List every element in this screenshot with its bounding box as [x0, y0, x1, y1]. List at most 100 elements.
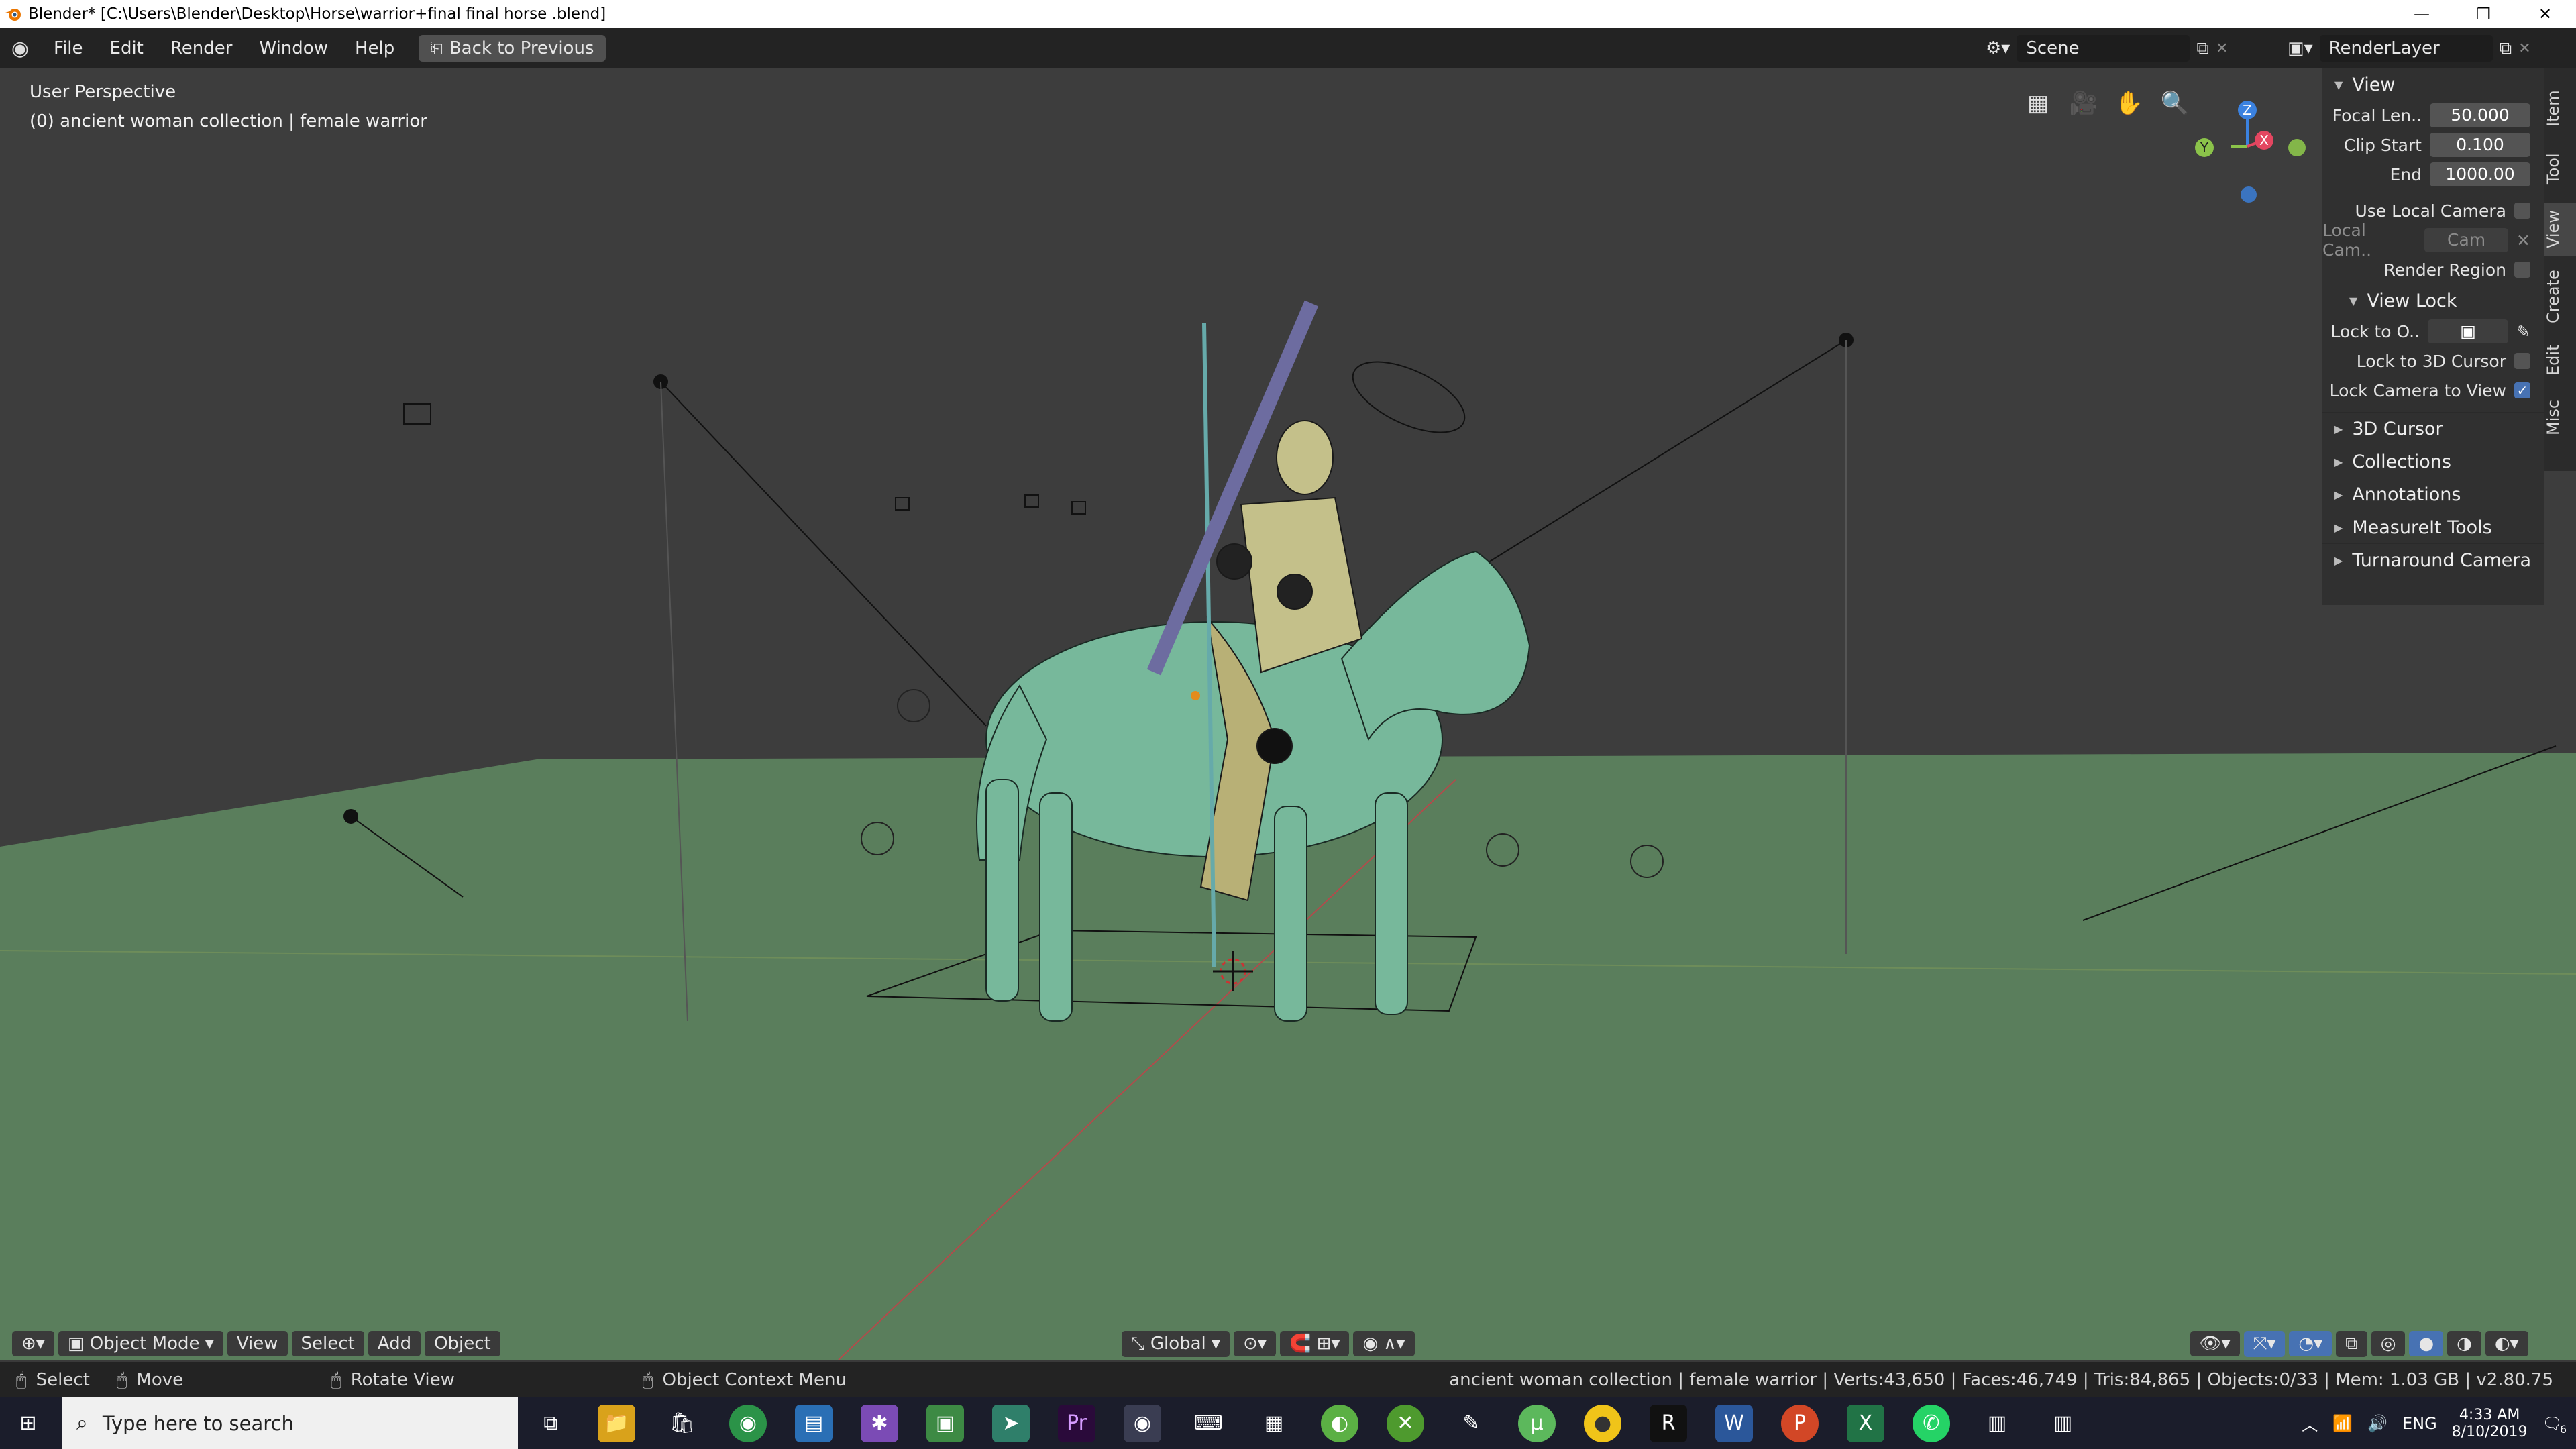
tab-item[interactable]: Item — [2544, 82, 2576, 136]
app-icon-4[interactable]: ⌨ — [1189, 1405, 1227, 1442]
solid-shading-icon[interactable]: ● — [2409, 1331, 2444, 1356]
section-annotations[interactable]: ▶ Annotations — [2322, 478, 2544, 511]
blender-menu-icon[interactable]: ◉ — [0, 37, 40, 60]
back-to-previous-button[interactable]: ⎗ Back to Previous — [419, 35, 606, 62]
close-icon[interactable]: ✕ — [2514, 0, 2576, 28]
photos-icon[interactable]: ▣ — [926, 1404, 964, 1442]
language-indicator[interactable]: ENG — [2402, 1414, 2437, 1433]
menu-view[interactable]: View — [227, 1331, 288, 1356]
3d-viewport[interactable]: User Perspective (0) ancient woman colle… — [0, 68, 2576, 1360]
menu-render[interactable]: Render — [157, 38, 246, 58]
clear-camera-icon[interactable]: ✕ — [2516, 231, 2530, 250]
new-renderlayer-icon[interactable]: ⧉ — [2500, 38, 2512, 59]
clip-start-field[interactable]: 0.100 — [2430, 133, 2530, 157]
editor-type-icon[interactable]: ⊕▾ — [12, 1331, 54, 1356]
view-lock-header[interactable]: ▼ View Lock — [2322, 284, 2544, 317]
menu-edit[interactable]: Edit — [97, 38, 157, 58]
section-3d-cursor[interactable]: ▶ 3D Cursor — [2322, 412, 2544, 445]
volume-icon[interactable]: 🔊 — [2367, 1414, 2387, 1433]
render-region-checkbox[interactable] — [2514, 262, 2530, 278]
section-turnaround-camera[interactable]: ▶ Turnaround Camera — [2322, 543, 2544, 576]
section-collections[interactable]: ▶ Collections — [2322, 445, 2544, 478]
new-scene-icon[interactable]: ⧉ — [2196, 38, 2209, 59]
xbox-icon[interactable]: ✕ — [1387, 1404, 1424, 1442]
visibility-icon[interactable]: 👁▾ — [2190, 1331, 2240, 1356]
gizmo-toggle-icon[interactable]: ⤧▾ — [2243, 1330, 2286, 1357]
excel-icon[interactable]: X — [1847, 1404, 1884, 1442]
menu-object[interactable]: Object — [425, 1331, 500, 1356]
calculator-icon[interactable]: ▦ — [1255, 1405, 1293, 1442]
pan-hand-icon[interactable]: ✋ — [2110, 85, 2148, 122]
whatsapp-icon[interactable]: ✆ — [1913, 1404, 1950, 1442]
remove-renderlayer-icon[interactable]: ✕ — [2518, 40, 2530, 57]
premiere-icon[interactable]: Pr — [1058, 1404, 1095, 1442]
renderlayer-name[interactable]: RenderLayer — [2319, 35, 2493, 62]
section-measureit[interactable]: ▶ MeasureIt Tools — [2322, 511, 2544, 543]
use-local-camera-checkbox[interactable] — [2514, 203, 2530, 219]
ryzen-icon[interactable]: R — [1650, 1404, 1687, 1442]
clip-end-field[interactable]: 1000.00 — [2430, 162, 2530, 186]
app-icon-6[interactable]: ✎ — [1452, 1405, 1490, 1442]
windows-start-icon[interactable]: ⊞ — [9, 1405, 47, 1442]
restore-icon[interactable]: ❐ — [2453, 0, 2514, 28]
app-icon-2[interactable]: ✱ — [861, 1404, 898, 1442]
app-icon-1[interactable]: ▤ — [795, 1404, 833, 1442]
wireframe-shading-icon[interactable]: ◎ — [2371, 1331, 2406, 1356]
scene-name[interactable]: Scene — [2017, 35, 2190, 62]
pivot-icon[interactable]: ⊙▾ — [1234, 1331, 1276, 1356]
menu-help[interactable]: Help — [341, 38, 408, 58]
wifi-icon[interactable]: 📶 — [2332, 1414, 2353, 1433]
tab-misc[interactable]: Misc — [2544, 390, 2576, 444]
title-bar: Blender* [C:\Users\Blender\Desktop\Horse… — [0, 0, 2576, 28]
app-icon-3[interactable]: ➤ — [992, 1404, 1030, 1442]
clock[interactable]: 4:33 AM 8/10/2019 — [2452, 1407, 2528, 1440]
rendered-shading-icon[interactable]: ◐▾ — [2485, 1331, 2528, 1356]
overlays-icon[interactable]: ◔▾ — [2289, 1331, 2332, 1356]
camera-view-icon[interactable]: 🎥 — [2065, 85, 2102, 122]
app-icon-8[interactable]: ▥ — [1978, 1405, 2016, 1442]
proportional-edit-icon[interactable]: ◉ ∧▾ — [1353, 1331, 1415, 1356]
collection-label: (0) ancient woman collection | female wa… — [30, 111, 427, 131]
utorrent-icon[interactable]: µ — [1518, 1404, 1556, 1442]
word-icon[interactable]: W — [1715, 1404, 1753, 1442]
lock-to-object-field[interactable]: ▣ — [2428, 319, 2509, 343]
clip-start-row: Clip Start 0.100 — [2322, 130, 2544, 160]
app-icon-5[interactable]: ◐ — [1321, 1404, 1358, 1442]
xray-icon[interactable]: ⧉ — [2336, 1330, 2367, 1357]
task-view-icon[interactable]: ⧉ — [532, 1405, 570, 1442]
mode-selector[interactable]: ▣ Object Mode ▾ — [58, 1331, 223, 1356]
grid-toggle-icon[interactable]: ▦ — [2019, 85, 2057, 122]
snap-icon[interactable]: 🧲 ⊞▾ — [1279, 1331, 1350, 1356]
menu-select[interactable]: Select — [291, 1331, 364, 1356]
menu-file[interactable]: File — [40, 38, 97, 58]
local-camera-field[interactable]: Cam — [2424, 228, 2509, 252]
file-explorer-icon[interactable]: 📁 — [598, 1404, 635, 1442]
lock-camera-checkbox[interactable]: ✓ — [2514, 382, 2530, 398]
powerpoint-icon[interactable]: P — [1781, 1404, 1819, 1442]
focal-length-field[interactable]: 50.000 — [2430, 103, 2530, 127]
lock-to-cursor-checkbox[interactable] — [2514, 353, 2530, 369]
tab-create[interactable]: Create — [2544, 263, 2576, 330]
app-icon-9[interactable]: ▥ — [2044, 1405, 2082, 1442]
scene-selector[interactable]: ⚙▾ Scene ⧉ ✕ — [1986, 34, 2267, 63]
menu-add[interactable]: Add — [368, 1331, 421, 1356]
nav-gizmo[interactable]: Z X Y — [2187, 82, 2308, 203]
tab-edit[interactable]: Edit — [2544, 337, 2576, 384]
view-section-header[interactable]: ▼ View — [2322, 68, 2544, 101]
app-icon-7[interactable]: ● — [1584, 1404, 1621, 1442]
tray-chevron-icon[interactable]: ︿ — [2302, 1411, 2318, 1435]
notification-icon[interactable]: 🗨 6 — [2542, 1414, 2567, 1436]
taskbar-search[interactable]: ⌕ Type here to search — [62, 1397, 518, 1449]
remove-scene-icon[interactable]: ✕ — [2216, 40, 2228, 57]
renderlayer-selector[interactable]: ▣▾ RenderLayer ⧉ ✕ — [2288, 34, 2569, 63]
store-icon[interactable]: 🛍 — [663, 1405, 701, 1442]
tab-view[interactable]: View — [2544, 203, 2576, 256]
material-shading-icon[interactable]: ◑ — [2447, 1331, 2481, 1356]
menu-window[interactable]: Window — [246, 38, 341, 58]
eyedropper-icon[interactable]: ✎ — [2516, 322, 2530, 341]
tab-tool[interactable]: Tool — [2544, 142, 2576, 196]
blender-taskbar-icon[interactable]: ◉ — [1124, 1404, 1161, 1442]
chrome-icon[interactable]: ◉ — [729, 1404, 767, 1442]
minimize-icon[interactable]: — — [2391, 0, 2453, 28]
orientation-selector[interactable]: ⤡ Global ▾ — [1121, 1330, 1230, 1357]
